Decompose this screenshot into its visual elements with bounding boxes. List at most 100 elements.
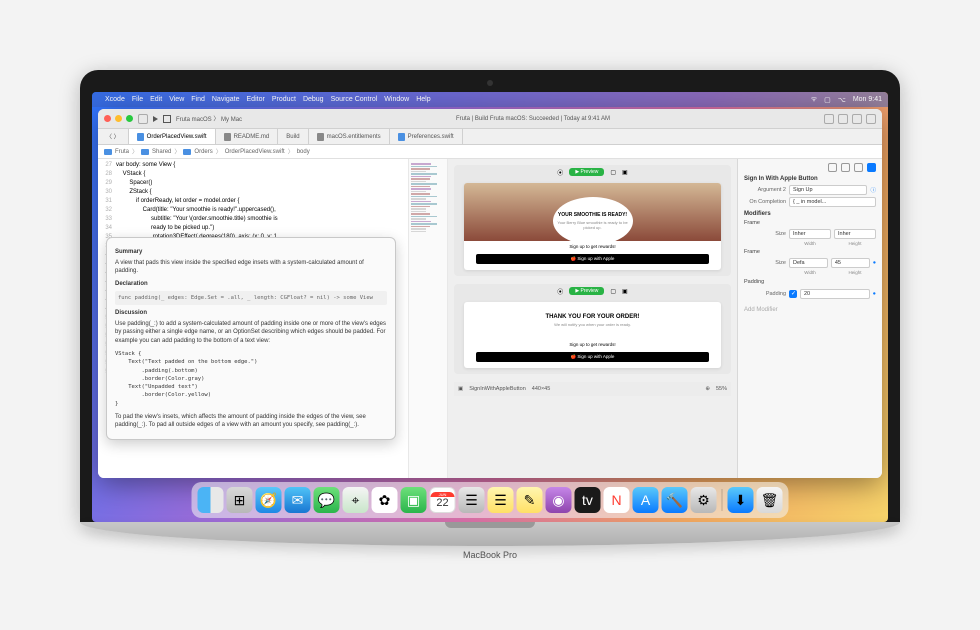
dock-finder-icon[interactable]	[198, 487, 224, 513]
menu-navigate[interactable]: Navigate	[212, 96, 240, 103]
menu-find[interactable]: Find	[191, 96, 205, 103]
tab-preferences[interactable]: Preferences.swift	[390, 129, 463, 144]
control-center-icon[interactable]: ⌥	[838, 96, 846, 104]
inspector-toggle-button[interactable]	[866, 114, 876, 124]
app-name[interactable]: Xcode	[105, 96, 125, 103]
dock-calendar-icon[interactable]: JUN 22	[430, 487, 456, 513]
dock-downloads-icon[interactable]: ⬇	[728, 487, 754, 513]
menu-editor[interactable]: Editor	[247, 96, 265, 103]
padding-value-field[interactable]: 20	[800, 289, 870, 299]
preview-inspect-icon[interactable]: ▣	[622, 288, 628, 295]
battery-icon[interactable]: ▢	[824, 96, 831, 104]
width-field-1[interactable]: Inher	[789, 229, 831, 239]
dock-podcasts-icon[interactable]: ◉	[546, 487, 572, 513]
dock-reminders-icon[interactable]: ☰	[488, 487, 514, 513]
info-icon[interactable]: ⓘ	[870, 186, 876, 194]
arg2-label: Argument 2	[744, 187, 786, 193]
editor-options-button[interactable]	[852, 114, 862, 124]
frame-heading-2: Frame	[744, 249, 876, 255]
close-window-button[interactable]	[104, 115, 111, 122]
file-inspector-tab[interactable]	[828, 163, 837, 172]
navigator-toggle-button[interactable]	[138, 114, 148, 124]
dock-appstore-icon[interactable]: A	[633, 487, 659, 513]
popover-discussion-text: Use padding(_:) to add a system-calculat…	[115, 320, 387, 345]
jump-bar[interactable]: Fruta〉 Shared〉 Orders〉 OrderPlacedView.s…	[98, 145, 882, 159]
menu-edit[interactable]: Edit	[150, 96, 162, 103]
menu-product[interactable]: Product	[272, 96, 296, 103]
zoom-icon[interactable]: ⊕	[705, 386, 710, 392]
dock-facetime-icon[interactable]: ▣	[401, 487, 427, 513]
code-editor[interactable]: 27var body: some View {28 VStack {29 Spa…	[98, 159, 408, 478]
popover-code-snippet: VStack { Text("Text padded on the bottom…	[115, 348, 387, 410]
on-completion-field[interactable]: { _ in model...	[789, 197, 876, 207]
dock-contacts-icon[interactable]: ☰	[459, 487, 485, 513]
height-field-2[interactable]: 45	[831, 258, 870, 268]
dock-notes-icon[interactable]: ✎	[517, 487, 543, 513]
preview-device-icon[interactable]: ▢	[610, 288, 616, 295]
dock-separator	[722, 489, 723, 511]
library-button[interactable]	[824, 114, 834, 124]
dock-maps-icon[interactable]: ⌖	[343, 487, 369, 513]
tab-orderplacedview[interactable]: OrderPlacedView.swift	[129, 129, 216, 144]
dock-mail-icon[interactable]: ✉	[285, 487, 311, 513]
live-preview-button[interactable]: ▶ Preview	[569, 287, 604, 295]
add-modifier-field[interactable]: Add Modifier	[744, 307, 876, 313]
menu-file[interactable]: File	[132, 96, 143, 103]
history-inspector-tab[interactable]	[841, 163, 850, 172]
size-label-1: Size	[744, 231, 786, 237]
preview-device-icon[interactable]: ▢	[610, 169, 616, 176]
pin-icon[interactable]: ⦿	[557, 168, 563, 177]
entitlements-file-icon	[317, 133, 324, 141]
width-field-2[interactable]: Defa	[789, 258, 828, 268]
dock-xcode-icon[interactable]: 🔨	[662, 487, 688, 513]
preview-inspect-icon[interactable]: ▣	[622, 169, 628, 176]
pin-icon[interactable]: ⦿	[557, 287, 563, 296]
macos-menubar: Xcode File Edit View Find Navigate Edito…	[92, 92, 888, 107]
popover-summary-text: A view that pads this view inside the sp…	[115, 259, 387, 276]
preview-1: ⦿ ▶ Preview ▢ ▣ YOUR SMOOTHIE IS READY! …	[454, 165, 731, 276]
dock-trash-icon[interactable]: 🗑	[757, 487, 783, 513]
selection-indicator-icon[interactable]: ▣	[458, 386, 463, 392]
popover-discussion-heading: Discussion	[115, 309, 387, 318]
dock-system-prefs-icon[interactable]: ⚙	[691, 487, 717, 513]
dock-photos-icon[interactable]: ✿	[372, 487, 398, 513]
live-preview-button[interactable]: ▶ Preview	[569, 168, 604, 176]
modifier-dot-icon[interactable]: ●	[873, 291, 876, 297]
clock[interactable]: Mon 9:41	[853, 96, 882, 103]
quickhelp-inspector-tab[interactable]	[854, 163, 863, 172]
menu-window[interactable]: Window	[384, 96, 409, 103]
menu-source-control[interactable]: Source Control	[331, 96, 378, 103]
code-review-button[interactable]	[838, 114, 848, 124]
stop-button[interactable]	[163, 115, 171, 123]
dock-tv-icon[interactable]: tv	[575, 487, 601, 513]
scheme-selector[interactable]: Fruta macOS 〉 My Mac	[176, 114, 242, 123]
zoom-window-button[interactable]	[126, 115, 133, 122]
dock-launchpad-icon[interactable]: ⊞	[227, 487, 253, 513]
run-button[interactable]	[153, 116, 158, 122]
zoom-level[interactable]: 55%	[716, 386, 727, 392]
canvas-area: ⦿ ▶ Preview ▢ ▣ YOUR SMOOTHIE IS READY! …	[448, 159, 737, 478]
nav-back-forward[interactable]: 〈 〉	[98, 129, 129, 144]
dock-safari-icon[interactable]: 🧭	[256, 487, 282, 513]
tab-build[interactable]: Build	[278, 129, 308, 144]
tab-readme[interactable]: README.md	[216, 129, 279, 144]
menu-help[interactable]: Help	[416, 96, 430, 103]
arg2-field[interactable]: Sign Up	[789, 185, 867, 195]
folder-icon	[141, 149, 149, 155]
modifier-dot-icon[interactable]: ●	[873, 260, 876, 266]
dock-messages-icon[interactable]: 💬	[314, 487, 340, 513]
padding-checkbox[interactable]	[789, 290, 797, 298]
menu-view[interactable]: View	[169, 96, 184, 103]
dock-news-icon[interactable]: N	[604, 487, 630, 513]
markdown-file-icon	[224, 133, 231, 141]
wifi-icon[interactable]: ᯤ	[811, 95, 817, 104]
minimize-window-button[interactable]	[115, 115, 122, 122]
attributes-inspector-tab[interactable]	[867, 163, 876, 172]
tab-entitlements[interactable]: macOS.entitlements	[309, 129, 390, 144]
size-label-2: Size	[744, 260, 786, 266]
quick-help-popover: Summary A view that pads this view insid…	[106, 237, 396, 440]
on-completion-label: On Completion	[744, 199, 786, 205]
menu-debug[interactable]: Debug	[303, 96, 324, 103]
minimap[interactable]	[408, 159, 448, 478]
height-field-1[interactable]: Inher	[834, 229, 876, 239]
